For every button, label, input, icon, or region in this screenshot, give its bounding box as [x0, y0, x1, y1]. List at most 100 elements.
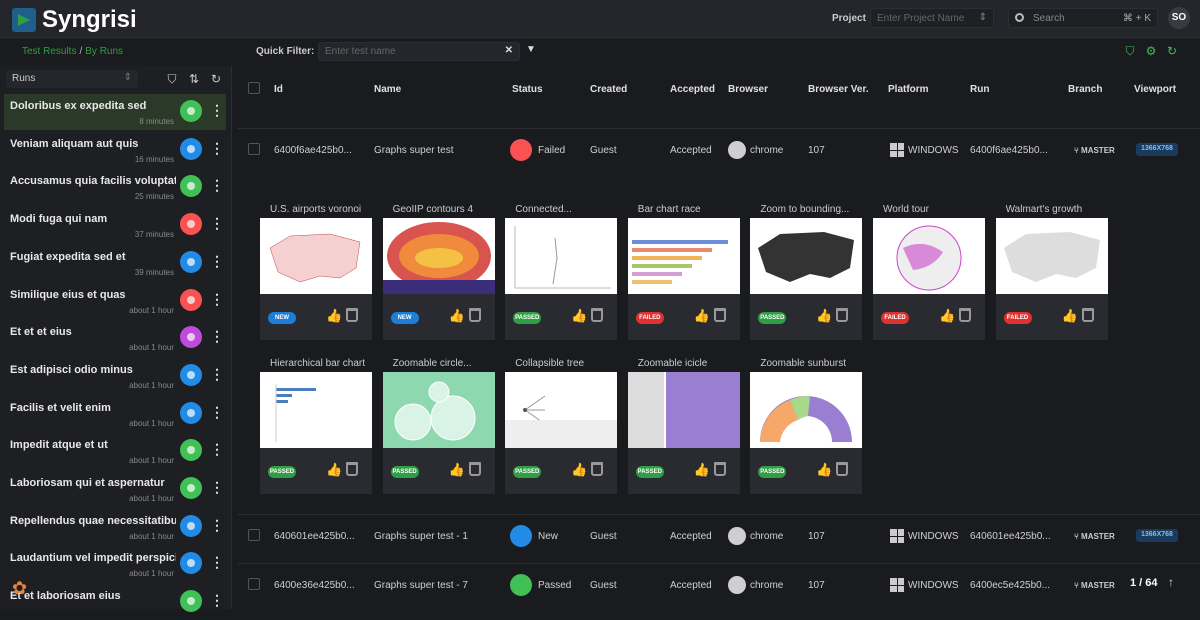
refresh-icon[interactable]: ↻ [1165, 44, 1179, 58]
column-header-id[interactable]: Id [274, 84, 283, 95]
run-item[interactable]: Impedit atque et ut about 1 hour ⋮ [4, 433, 226, 469]
kebab-menu-icon[interactable]: ⋮ [210, 518, 224, 532]
kebab-menu-icon[interactable]: ⋮ [210, 405, 224, 419]
refresh-icon[interactable]: ↻ [208, 71, 224, 87]
trash-icon[interactable] [959, 308, 971, 322]
cell-name[interactable]: Graphs super test [374, 145, 453, 156]
snapshot-image[interactable] [260, 372, 372, 448]
flower-icon[interactable]: ✿ [12, 578, 27, 599]
kebab-menu-icon[interactable]: ⋮ [210, 103, 224, 117]
row-checkbox[interactable] [248, 529, 260, 541]
kebab-menu-icon[interactable]: ⋮ [210, 442, 224, 456]
run-item[interactable]: Laudantium vel impedit perspici... about … [4, 546, 226, 582]
project-select[interactable]: Enter Project Name ⇕ [870, 8, 994, 28]
snapshot-image[interactable] [995, 218, 1108, 294]
kebab-menu-icon[interactable]: ⋮ [210, 216, 224, 230]
snapshot-card[interactable]: Zoomable sunburst PASSED 👍 [750, 358, 863, 494]
run-item[interactable]: Similique eius et quas about 1 hour ⋮ [4, 283, 226, 319]
snapshot-image[interactable] [627, 372, 740, 448]
search-input[interactable]: Search ⌘ + K [1008, 8, 1158, 28]
accept-icon[interactable]: 👍 [449, 462, 465, 478]
accept-icon[interactable]: 👍 [816, 308, 832, 324]
snapshot-card[interactable]: GeoIIP contours 4 NEW 👍 [382, 204, 495, 340]
trash-icon[interactable] [346, 308, 358, 322]
quick-filter-input[interactable]: Enter test name ✕ [318, 42, 520, 61]
table-settings-icon[interactable]: ⚙ [1144, 44, 1158, 58]
kebab-menu-icon[interactable]: ⋮ [210, 367, 224, 381]
column-header-browser[interactable]: Browser [728, 84, 768, 95]
accept-icon[interactable]: 👍 [571, 462, 587, 478]
accept-icon[interactable]: 👍 [816, 462, 832, 478]
kebab-menu-icon[interactable]: ⋮ [210, 555, 224, 569]
snapshot-card[interactable]: Zoomable circle... PASSED 👍 [382, 358, 495, 494]
column-header-created[interactable]: Created [590, 84, 627, 95]
snapshot-card[interactable]: Zoom to bounding... PASSED 👍 [750, 204, 863, 340]
app-logo[interactable]: Syngrisi [12, 6, 137, 34]
trash-icon[interactable] [1081, 308, 1094, 322]
breadcrumb-test-results[interactable]: Test Results [22, 46, 76, 57]
accept-icon[interactable]: 👍 [1062, 308, 1078, 324]
accept-icon[interactable]: 👍 [449, 308, 465, 324]
run-item[interactable]: Facilis et velit enim about 1 hour ⋮ [4, 396, 226, 432]
filter-icon[interactable]: ⛉ [164, 71, 180, 87]
accept-icon[interactable]: 👍 [326, 462, 342, 478]
trash-icon[interactable] [468, 462, 481, 476]
snapshot-card[interactable]: Collapsible tree PASSED 👍 [505, 358, 618, 494]
snapshot-card[interactable]: Walmart's growth FAILED 👍 [995, 204, 1108, 340]
kebab-menu-icon[interactable]: ⋮ [210, 254, 224, 268]
cell-name[interactable]: Graphs super test - 1 [374, 531, 468, 542]
snapshot-card[interactable]: Zoomable icicle PASSED 👍 [627, 358, 740, 494]
snapshot-image[interactable] [382, 372, 495, 448]
snapshot-card[interactable]: Bar chart race FAILED 👍 [627, 204, 740, 340]
scroll-top-icon[interactable]: ↑ [1168, 575, 1174, 589]
kebab-menu-icon[interactable]: ⋮ [210, 593, 224, 607]
kebab-menu-icon[interactable]: ⋮ [210, 329, 224, 343]
kebab-menu-icon[interactable]: ⋮ [210, 178, 224, 192]
filter-icon[interactable]: ⛉ [1123, 44, 1137, 58]
snapshot-image[interactable] [260, 218, 372, 294]
select-all-checkbox[interactable] [248, 82, 260, 94]
run-item[interactable]: Accusamus quia facilis voluptat... 25 min… [4, 169, 226, 205]
snapshot-image[interactable] [750, 218, 863, 294]
table-row[interactable]: 6400e36e425b0... Graphs super test - 7 Pas… [238, 563, 1200, 605]
snapshot-card[interactable]: World tour FAILED 👍 [873, 204, 985, 340]
trash-icon[interactable] [836, 462, 849, 476]
run-item[interactable]: Repellendus quae necessitatibu... about 1… [4, 509, 226, 545]
accept-icon[interactable]: 👍 [571, 308, 587, 324]
breadcrumb-by-runs[interactable]: By Runs [85, 46, 123, 57]
run-item[interactable]: Doloribus ex expedita sed 8 minutes ⋮ [4, 94, 226, 130]
accept-icon[interactable]: 👍 [694, 308, 710, 324]
trash-icon[interactable] [468, 308, 481, 322]
run-item[interactable]: Et et laboriosam eius ⋮ [4, 584, 226, 620]
clear-icon[interactable]: ✕ [505, 45, 513, 56]
snapshot-card[interactable]: U.S. airports voronoi NEW 👍 [260, 204, 372, 340]
trash-icon[interactable] [836, 308, 849, 322]
snapshot-image[interactable] [750, 372, 863, 448]
snapshot-image[interactable] [873, 218, 985, 294]
accept-icon[interactable]: 👍 [939, 308, 955, 324]
column-header-viewport[interactable]: Viewport [1134, 84, 1176, 95]
trash-icon[interactable] [591, 308, 604, 322]
snapshot-card[interactable]: Hierarchical bar chart PASSED 👍 [260, 358, 372, 494]
caret-down-icon[interactable]: ▼ [526, 44, 536, 55]
column-header-name[interactable]: Name [374, 84, 401, 95]
sort-icon[interactable]: ⇅ [186, 71, 202, 87]
runs-group-select[interactable]: Runs ⇕ [6, 70, 138, 88]
trash-icon[interactable] [713, 308, 726, 322]
run-item[interactable]: Et et et eius about 1 hour ⋮ [4, 320, 226, 356]
run-item[interactable]: Fugiat expedita sed et 39 minutes ⋮ [4, 245, 226, 281]
column-header-branch[interactable]: Branch [1068, 84, 1102, 95]
row-checkbox[interactable] [248, 578, 260, 590]
kebab-menu-icon[interactable]: ⋮ [210, 480, 224, 494]
column-header-accepted[interactable]: Accepted [670, 84, 715, 95]
kebab-menu-icon[interactable]: ⋮ [210, 292, 224, 306]
run-item[interactable]: Veniam aliquam aut quis 16 minutes ⋮ [4, 132, 226, 168]
snapshot-image[interactable] [382, 218, 495, 294]
snapshot-image[interactable] [505, 372, 618, 448]
column-header-browser-ver[interactable]: Browser Ver. [808, 84, 869, 95]
trash-icon[interactable] [713, 462, 726, 476]
snapshot-card[interactable]: Connected... PASSED 👍 [505, 204, 618, 340]
table-row[interactable]: 640601ee425b0... Graphs super test - 1 New… [238, 514, 1200, 556]
run-item[interactable]: Est adipisci odio minus about 1 hour ⋮ [4, 358, 226, 394]
run-item[interactable]: Laboriosam qui et aspernatur about 1 hour… [4, 471, 226, 507]
